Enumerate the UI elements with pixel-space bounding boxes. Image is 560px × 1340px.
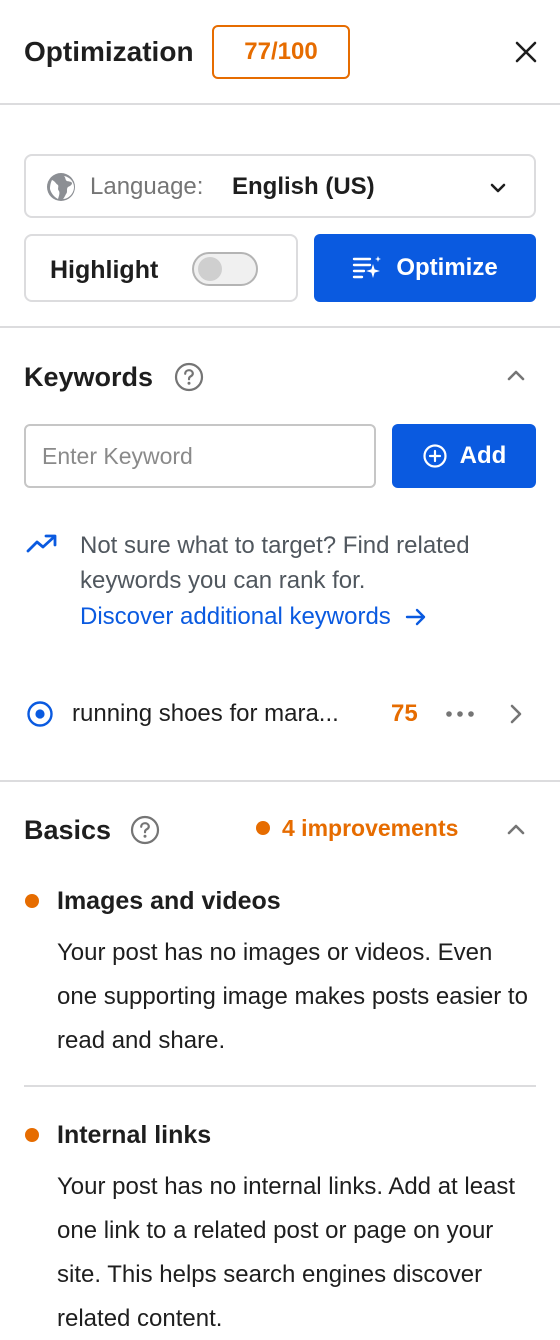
arrow-right-icon — [405, 608, 426, 626]
keyword-hint: Not sure what to target? Find related ke… — [80, 532, 470, 594]
close-button[interactable] — [508, 34, 544, 70]
keywords-title: Keywords — [24, 362, 154, 392]
close-icon — [515, 41, 537, 63]
sparkle-list-icon — [353, 256, 382, 279]
score-badge: 77/100 — [212, 25, 350, 79]
panel-header: Optimization 77/100 — [0, 0, 560, 105]
chevron-up-icon[interactable] — [503, 363, 529, 389]
status-dot — [256, 821, 270, 835]
keyword-input[interactable] — [24, 424, 376, 488]
add-label: Add — [459, 442, 507, 469]
globe-icon — [47, 173, 75, 201]
optimization-panel: Optimization 77/100 Language: English (U… — [0, 0, 560, 1340]
basics-item-description: Your post has no internal links. Add at … — [57, 1173, 516, 1332]
highlight-label: Highlight — [50, 256, 159, 284]
highlight-toggle-box: Highlight — [24, 234, 298, 302]
plus-circle-icon — [423, 444, 447, 468]
keyword-row[interactable]: running shoes for mara... 75 — [0, 690, 560, 738]
chevron-down-icon — [490, 183, 506, 193]
add-keyword-button[interactable]: Add — [392, 424, 536, 488]
panel-title: Optimization — [24, 36, 194, 67]
section-divider — [0, 326, 560, 328]
improvements-badge: 4 improvements — [256, 812, 458, 844]
basics-item-description: Your post has no images or videos. Even … — [57, 939, 528, 1054]
language-label: Language: — [90, 173, 204, 200]
radio-selected-icon[interactable] — [26, 700, 54, 728]
language-select[interactable]: Language: English (US) — [24, 154, 536, 218]
optimize-button[interactable]: Optimize — [314, 234, 536, 302]
keyword-score: 75 — [391, 700, 418, 727]
basics-item-title: Images and videos — [57, 887, 281, 915]
discover-keywords-link[interactable]: Discover additional keywords — [80, 600, 427, 634]
chevron-up-icon[interactable] — [503, 817, 529, 843]
basics-title: Basics — [24, 815, 112, 845]
chevron-right-icon — [510, 704, 522, 724]
basics-item-title: Internal links — [57, 1121, 212, 1149]
help-icon[interactable] — [174, 362, 204, 392]
improvements-count: 4 improvements — [282, 815, 459, 841]
trending-up-icon — [26, 534, 57, 553]
help-icon[interactable] — [130, 815, 160, 845]
status-dot — [25, 1128, 39, 1142]
toggle-knob — [198, 257, 222, 281]
highlight-toggle[interactable] — [192, 252, 258, 286]
discover-link-label: Discover additional keywords — [80, 603, 391, 630]
keyword-text: running shoes for mara... — [72, 700, 339, 727]
optimize-label: Optimize — [396, 254, 498, 281]
item-divider — [24, 1085, 536, 1087]
language-value: English (US) — [232, 173, 375, 200]
more-horizontal-icon[interactable] — [444, 702, 476, 726]
section-divider — [0, 780, 560, 782]
status-dot — [25, 894, 39, 908]
